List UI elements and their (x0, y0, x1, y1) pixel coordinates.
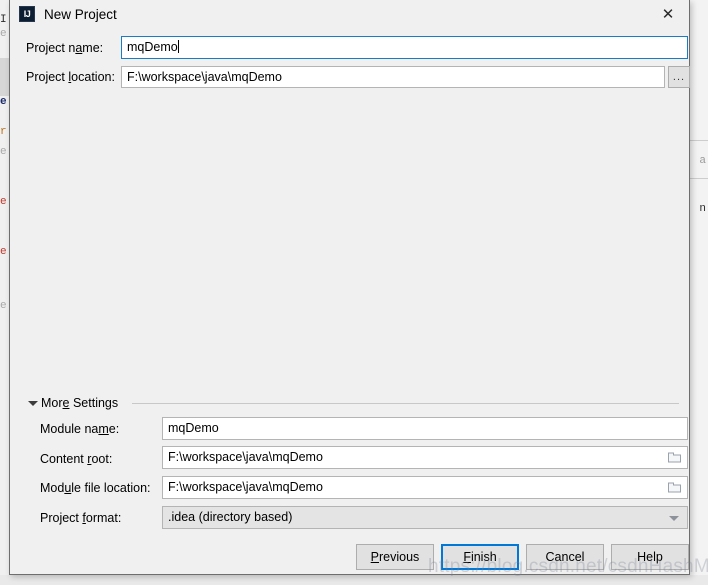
folder-icon[interactable] (668, 482, 682, 493)
dialog-titlebar: IJ New Project ✕ (10, 0, 689, 30)
project-format-label: Project format: (40, 511, 122, 525)
module-name-input[interactable]: mqDemo (162, 417, 688, 440)
code-fragment: a (699, 155, 706, 167)
module-name-label: Module name: (40, 422, 120, 436)
project-name-label: Project name: (26, 41, 104, 55)
panel-divider (690, 140, 708, 141)
cancel-button[interactable]: Cancel (526, 544, 604, 570)
section-divider (132, 403, 679, 404)
more-settings-section-header[interactable]: More Settings (10, 396, 689, 412)
project-location-label: Project location: (26, 70, 115, 84)
content-root-input[interactable]: F:\workspace\java\mqDemo (162, 446, 688, 469)
text-caret (177, 40, 179, 53)
project-location-input[interactable]: F:\workspace\java\mqDemo (121, 66, 665, 88)
code-fragment: n (699, 203, 706, 215)
browse-button[interactable]: ... (668, 66, 690, 88)
editor-right-panel (689, 0, 708, 585)
panel-divider (690, 178, 708, 179)
module-file-location-label: Module file location: (40, 481, 151, 495)
dialog-title: New Project (44, 7, 117, 22)
ide-status-strip (0, 575, 708, 585)
finish-button[interactable]: Finish (441, 544, 519, 570)
intellij-idea-icon: IJ (19, 6, 35, 22)
project-name-input[interactable]: mqDemo (121, 36, 688, 59)
close-icon[interactable]: ✕ (657, 5, 679, 25)
module-file-location-input[interactable]: F:\workspace\java\mqDemo (162, 476, 688, 499)
project-format-select[interactable]: .idea (directory based) (162, 506, 688, 529)
folder-icon[interactable] (668, 452, 682, 463)
previous-button[interactable]: Previous (356, 544, 434, 570)
content-root-label: Content root: (40, 452, 113, 466)
chevron-down-icon[interactable] (669, 515, 679, 521)
chevron-down-icon[interactable] (28, 401, 38, 406)
more-settings-label: More Settings (41, 396, 119, 410)
new-project-dialog: IJ New Project ✕ Project name: mqDemo Pr… (9, 0, 690, 575)
help-button[interactable]: Help (611, 544, 689, 570)
